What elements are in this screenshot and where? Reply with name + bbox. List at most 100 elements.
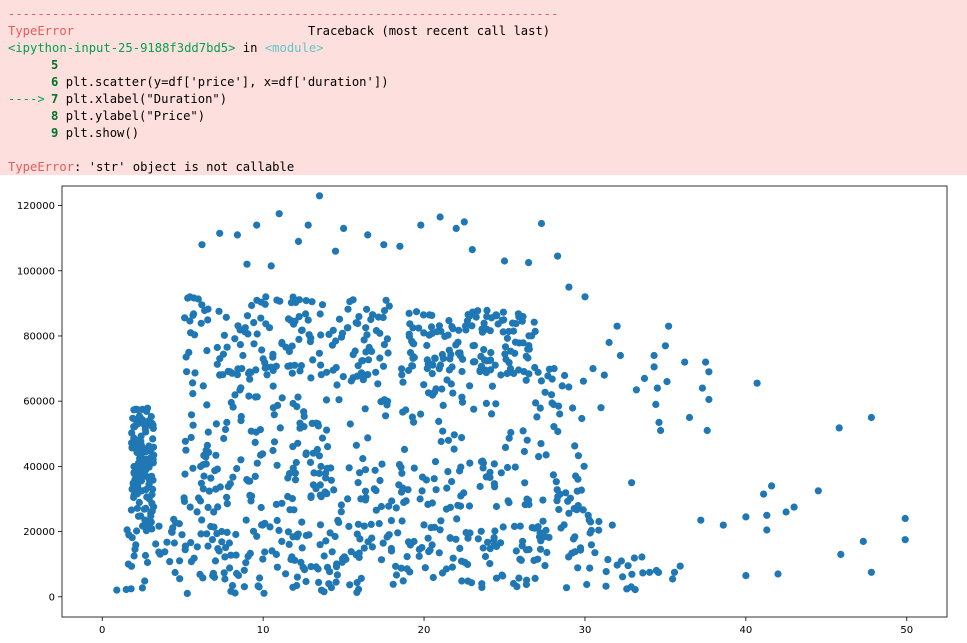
scatter-point — [416, 495, 424, 503]
scatter-point — [236, 326, 244, 334]
scatter-point — [493, 312, 501, 320]
scatter-point — [548, 399, 556, 407]
scatter-point — [505, 327, 513, 336]
scatter-point — [304, 221, 312, 229]
scatter-point — [145, 524, 153, 532]
scatter-point — [227, 587, 235, 595]
scatter-point — [380, 241, 388, 249]
scatter-point — [449, 325, 457, 333]
scatter-point — [374, 380, 382, 388]
scatter-point — [181, 470, 189, 478]
y-tick-label: 20000 — [23, 527, 55, 538]
scatter-point — [437, 437, 445, 446]
scatter-point — [335, 315, 344, 323]
scatter-point — [204, 305, 212, 313]
scatter-point — [445, 366, 453, 374]
scatter-point — [398, 365, 406, 373]
scatter-point — [742, 572, 750, 580]
scatter-point — [180, 494, 188, 502]
scatter-point — [278, 537, 286, 545]
scatter-point — [703, 426, 711, 435]
scatter-point — [337, 501, 345, 509]
scatter-point — [535, 533, 544, 541]
scatter-point — [486, 327, 494, 335]
scatter-point — [302, 297, 310, 305]
scatter-point — [859, 537, 867, 545]
scatter-point — [490, 534, 498, 542]
scatter-point — [602, 568, 610, 576]
scatter-point — [284, 362, 292, 370]
scatter-point — [337, 333, 346, 341]
scatter-point — [477, 352, 485, 360]
scatter-point — [427, 323, 436, 331]
scatter-point — [665, 322, 673, 330]
scatter-point — [458, 434, 466, 442]
scatter-point — [273, 563, 281, 571]
x-tick-label: 40 — [739, 625, 752, 636]
scatter-point — [500, 316, 508, 324]
scatter-point — [143, 493, 151, 501]
scatter-point — [768, 482, 776, 490]
scatter-point — [901, 514, 909, 523]
scatter-point — [380, 341, 388, 349]
scatter-point — [197, 462, 205, 471]
scatter-point — [295, 335, 303, 343]
scatter-point — [204, 428, 212, 436]
scatter-point — [555, 505, 563, 514]
scatter-point — [571, 442, 579, 450]
scatter-point — [523, 436, 531, 444]
scatter-point — [284, 474, 292, 482]
scatter-point — [632, 386, 641, 394]
scatter-point — [269, 382, 277, 390]
y-axis-ticks: 0 20000 40000 60000 80000 100000 120000 — [17, 201, 62, 603]
scatter-point — [507, 428, 515, 437]
scatter-point — [276, 424, 284, 432]
scatter-point — [261, 548, 269, 556]
scatter-point — [361, 405, 369, 413]
code-line: plt.scatter(y=df['price'], x=df['duratio… — [65, 75, 389, 89]
scatter-point — [676, 562, 684, 570]
scatter-point — [522, 376, 530, 384]
scatter-point — [364, 231, 372, 239]
scatter-point — [220, 569, 228, 577]
scatter-point — [172, 519, 180, 527]
scatter-point — [364, 356, 373, 364]
scatter-point — [552, 478, 560, 486]
scatter-point — [363, 305, 371, 313]
code-line: plt.xlabel("Duration") — [65, 92, 228, 106]
scatter-point — [790, 503, 798, 511]
scatter-point — [142, 448, 150, 456]
scatter-point — [450, 431, 458, 439]
scatter-point — [193, 543, 201, 551]
scatter-point — [300, 423, 308, 431]
scatter-point — [222, 544, 230, 552]
scatter-point — [253, 330, 261, 338]
scatter-point — [835, 424, 843, 432]
scatter-point — [396, 242, 404, 250]
scatter-point — [138, 584, 146, 592]
scatter-point — [140, 505, 148, 513]
scatter-point — [531, 574, 539, 582]
scatter-point — [190, 554, 198, 562]
scatter-point — [491, 483, 499, 491]
scatter-point — [257, 503, 265, 512]
scatter-point — [646, 568, 654, 576]
scatter-point — [315, 578, 323, 586]
scatter-point — [223, 500, 231, 508]
scatter-point — [377, 556, 386, 564]
scatter-point — [456, 544, 464, 552]
scatter-point — [237, 412, 245, 421]
scatter-point — [404, 486, 412, 494]
module-ref: <module> — [264, 41, 324, 55]
scatter-point — [498, 571, 506, 579]
scatter-point — [253, 221, 261, 229]
scatter-point — [289, 583, 297, 591]
scatter-point — [145, 476, 154, 484]
scatter-point — [223, 418, 231, 426]
scatter-point — [423, 341, 431, 350]
scatter-point — [317, 331, 325, 339]
scatter-point — [346, 420, 354, 428]
scatter-point — [222, 313, 230, 321]
scatter-point — [469, 358, 477, 366]
scatter-point — [619, 573, 627, 581]
